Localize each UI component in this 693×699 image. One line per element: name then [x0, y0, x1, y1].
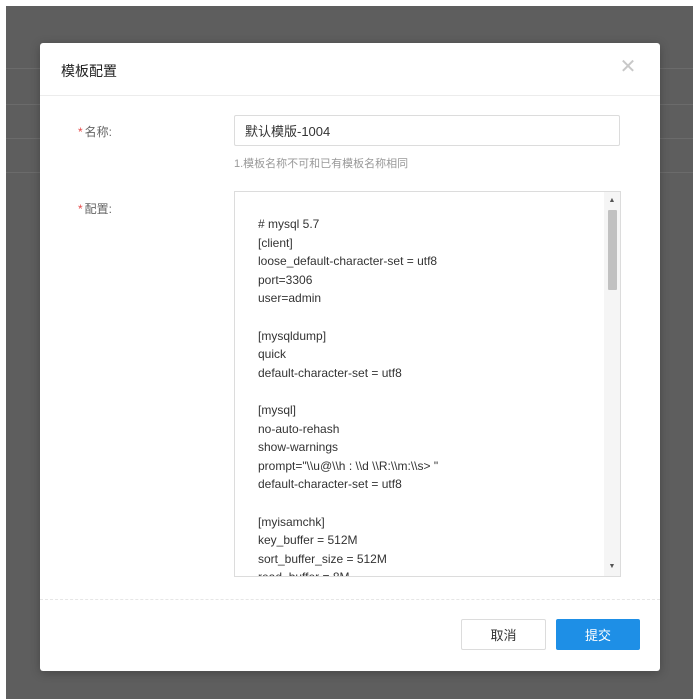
config-content[interactable]: # mysql 5.7 [client] loose_default-chara… — [258, 215, 600, 576]
config-label-text: 配置: — [84, 202, 113, 216]
config-scrollbar[interactable]: ▲ ▼ — [604, 192, 620, 576]
config-label: * 配置: — [78, 200, 138, 217]
name-label-text: 名称: — [84, 125, 113, 139]
name-label: * 名称: — [78, 123, 138, 140]
name-input[interactable] — [234, 115, 620, 146]
cancel-button[interactable]: 取消 — [461, 619, 546, 650]
config-textarea[interactable]: # mysql 5.7 [client] loose_default-chara… — [234, 191, 621, 577]
required-mark: * — [78, 125, 83, 139]
scrollbar-thumb[interactable] — [608, 210, 617, 290]
triangle-down-icon[interactable]: ▼ — [604, 560, 620, 574]
name-hint: 1.模板名称不可和已有模板名称相同 — [234, 158, 409, 170]
footer-divider — [40, 599, 660, 600]
close-icon[interactable]: ✕ — [618, 57, 638, 77]
submit-button[interactable]: 提交 — [556, 619, 640, 650]
dialog-title: 模板配置 — [61, 63, 117, 79]
triangle-up-icon[interactable]: ▲ — [604, 194, 620, 208]
dialog-header: 模板配置 ✕ — [40, 43, 660, 96]
template-config-dialog: 模板配置 ✕ *名称: 1.模板名称不可和已有模板名称相同 *配置: # mys… — [40, 43, 660, 671]
required-mark: * — [78, 202, 83, 216]
